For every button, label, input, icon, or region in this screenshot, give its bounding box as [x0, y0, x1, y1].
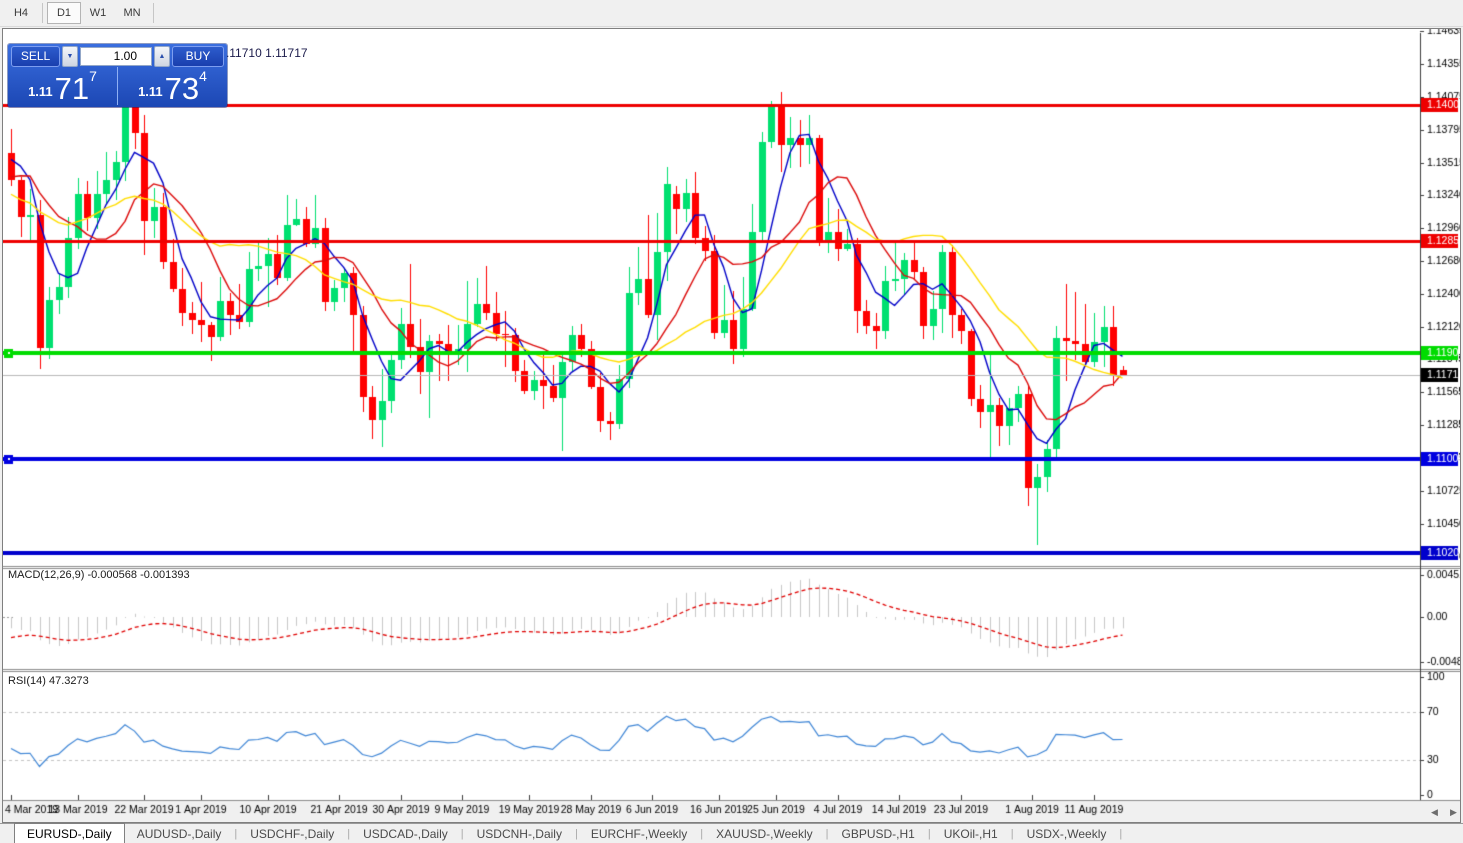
timeframe-button-d1[interactable]: D1 — [47, 2, 81, 24]
sell-price-main: 71 — [54, 71, 90, 106]
tab-gbpusd-h1[interactable]: GBPUSD-,H1 — [829, 825, 926, 843]
tab-usdx-weekly[interactable]: USDX-,Weekly — [1015, 825, 1119, 843]
tab-usdchf-daily[interactable]: USDCHF-,Daily — [238, 825, 346, 843]
sell-price-pip: 7 — [89, 68, 97, 84]
timeframe-button-h4[interactable]: H4 — [4, 2, 38, 24]
tab-usdcnh-daily[interactable]: USDCNH-,Daily — [465, 825, 574, 843]
tab-divider: | — [1119, 827, 1123, 840]
scroll-left-icon[interactable]: ◀ — [1431, 807, 1438, 817]
chart-canvas[interactable] — [3, 29, 1460, 822]
toolbar-separator — [153, 3, 154, 23]
sell-button[interactable]: SELL — [11, 45, 60, 67]
chevron-down-icon: ▼ — [66, 52, 74, 60]
mt4-terminal: { "toolbar": { "timeframes": [ {"label":… — [0, 0, 1463, 843]
buy-price-display[interactable]: 1.11 73 4 — [118, 67, 227, 105]
chevron-up-icon: ▲ — [158, 52, 166, 60]
chart-window: ▲EURUSD-,Daily 1.11758 1.11789 1.11710 1… — [2, 28, 1461, 823]
buy-button[interactable]: BUY — [172, 45, 224, 67]
tab-eurchf-weekly[interactable]: EURCHF-,Weekly — [579, 825, 699, 843]
buy-price-main: 73 — [164, 71, 200, 106]
volume-input[interactable] — [80, 46, 152, 66]
rsi-indicator-label: RSI(14) 47.3273 — [8, 675, 89, 687]
sell-price-display[interactable]: 1.11 71 7 — [8, 67, 118, 105]
sell-price-prefix: 1.11 — [28, 84, 53, 99]
buy-price-prefix: 1.11 — [138, 84, 163, 99]
tab-xauusd-weekly[interactable]: XAUUSD-,Weekly — [704, 825, 824, 843]
tab-usdcad-daily[interactable]: USDCAD-,Daily — [351, 825, 460, 843]
timeframe-toolbar: H4 D1 W1 MN — [0, 0, 1463, 27]
volume-increase-button[interactable]: ▲ — [154, 45, 170, 67]
timeframe-button-w1[interactable]: W1 — [81, 2, 115, 24]
one-click-trade-panel: SELL ▼ ▲ BUY 1.11 71 7 1.11 73 4 — [8, 44, 227, 107]
tab-ukoil-h1[interactable]: UKOil-,H1 — [932, 825, 1010, 843]
tab-audusd-daily[interactable]: AUDUSD-,Daily — [125, 825, 234, 843]
toolbar-separator — [42, 3, 43, 23]
volume-decrease-button[interactable]: ▼ — [62, 45, 78, 67]
buy-price-pip: 4 — [199, 68, 207, 84]
timeframe-button-mn[interactable]: MN — [115, 2, 149, 24]
chart-tab-bar: EURUSD-,Daily AUDUSD-,Daily | USDCHF-,Dai… — [0, 823, 1463, 843]
scroll-right-icon[interactable]: ▶ — [1450, 807, 1457, 817]
tab-eurusd-daily[interactable]: EURUSD-,Daily — [14, 823, 125, 843]
macd-indicator-label: MACD(12,26,9) -0.000568 -0.001393 — [8, 569, 190, 581]
